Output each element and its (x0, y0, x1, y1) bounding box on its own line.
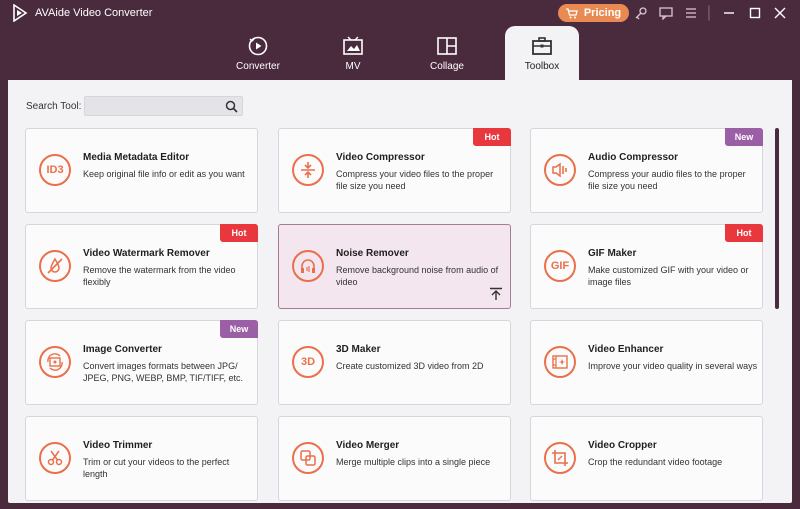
enhance-icon (544, 346, 576, 378)
tab-label: Toolbox (524, 61, 560, 72)
tool-title: Video Cropper (588, 440, 657, 451)
tool-description: Compress your video files to the proper … (336, 169, 494, 191)
separator: | (706, 4, 712, 21)
menu-icon[interactable] (683, 5, 699, 21)
tool-description: Improve your video quality in several wa… (588, 361, 758, 371)
tool-description: Make customized GIF with your video or i… (588, 265, 749, 287)
converter-icon (248, 36, 268, 56)
upload-icon[interactable] (489, 287, 503, 301)
tool-card-video-merger[interactable]: Video Merger Merge multiple clips into a… (278, 416, 511, 501)
3d-icon: 3D (292, 346, 324, 378)
key-icon[interactable] (633, 5, 649, 21)
merge-icon (292, 442, 324, 474)
image-convert-icon (39, 346, 71, 378)
minimize-icon[interactable] (721, 5, 737, 21)
maximize-icon[interactable] (747, 5, 763, 21)
tool-description: Merge multiple clips into a single piece (336, 457, 491, 467)
crop-icon (544, 442, 576, 474)
hot-badge: Hot (220, 224, 258, 242)
pricing-label: Pricing (583, 7, 622, 19)
tab-label: Converter (236, 61, 280, 72)
tool-card-noise-remover[interactable]: Noise Remover Remove background noise fr… (278, 224, 511, 309)
feedback-icon[interactable] (658, 5, 674, 21)
new-badge: New (220, 320, 258, 338)
tool-description: Keep original file info or edit as you w… (83, 169, 245, 179)
tool-title: Video Compressor (336, 152, 425, 163)
search-label: Search Tool: (26, 101, 82, 112)
compress-icon (292, 154, 324, 186)
tool-title: Audio Compressor (588, 152, 679, 163)
gif-icon: GIF (544, 250, 576, 282)
toolbox-panel: Search Tool: ID3 Media Metadata Editor K… (8, 80, 792, 503)
tool-description: Remove the watermark from the video flex… (83, 265, 236, 287)
tool-title: Video Merger (336, 440, 400, 451)
audio-compress-icon (544, 154, 576, 186)
tool-card-video-watermark-remover[interactable]: Video Watermark Remover Remove the water… (25, 224, 258, 309)
search-input[interactable] (84, 96, 243, 116)
tool-title: GIF Maker (588, 248, 637, 259)
title-bar: AVAide Video Converter Pricing | (0, 0, 800, 26)
toolbox-icon (532, 37, 552, 55)
hot-badge: Hot (473, 128, 511, 146)
cart-icon (565, 7, 578, 18)
tool-card-video-cropper[interactable]: Video Cropper Crop the redundant video f… (530, 416, 763, 501)
watermark-remove-icon (39, 250, 71, 282)
tool-card-video-trimmer[interactable]: Video Trimmer Trim or cut your videos to… (25, 416, 258, 501)
tool-card-video-enhancer[interactable]: Video Enhancer Improve your video qualit… (530, 320, 763, 405)
scissors-icon (39, 442, 71, 474)
tool-title: Image Converter (83, 344, 162, 355)
search-icon[interactable] (225, 100, 238, 113)
tab-label: MV (345, 61, 361, 72)
tool-description: Trim or cut your videos to the perfect l… (83, 457, 230, 479)
tool-card-gif-maker[interactable]: GIF GIF Maker Make customized GIF with y… (530, 224, 763, 309)
tool-description: Remove background noise from audio of vi… (336, 265, 499, 287)
tool-card-media-metadata-editor[interactable]: ID3 Media Metadata Editor Keep original … (25, 128, 258, 213)
tool-description: Convert images formats between JPG/ JPEG… (83, 361, 244, 383)
tool-title: Noise Remover (336, 248, 409, 259)
tab-collage[interactable]: Collage (410, 26, 484, 80)
tab-mv[interactable]: MV (316, 26, 390, 80)
id3-icon: ID3 (39, 154, 71, 186)
hot-badge: Hot (725, 224, 763, 242)
app-logo-icon (13, 4, 28, 22)
tool-description: Create customized 3D video from 2D (336, 361, 484, 371)
tool-card-audio-compressor[interactable]: Audio Compressor Compress your audio fil… (530, 128, 763, 213)
new-badge: New (725, 128, 763, 146)
tab-converter[interactable]: Converter (221, 26, 295, 80)
tool-title: 3D Maker (336, 344, 381, 355)
tool-title: Video Trimmer (83, 440, 153, 451)
collage-icon (437, 37, 457, 55)
tab-toolbox[interactable]: Toolbox (505, 26, 579, 82)
tool-title: Video Watermark Remover (83, 248, 210, 259)
tool-description: Crop the redundant video footage (588, 457, 723, 467)
tool-card-image-converter[interactable]: Image Converter Convert images formats b… (25, 320, 258, 405)
tab-label: Collage (430, 61, 464, 72)
headphones-icon (292, 250, 324, 282)
scrollbar[interactable] (775, 128, 779, 309)
mv-icon (343, 36, 363, 55)
tool-title: Video Enhancer (588, 344, 664, 355)
tool-card-video-compressor[interactable]: Video Compressor Compress your video fil… (278, 128, 511, 213)
app-title: AVAide Video Converter (35, 7, 153, 19)
tool-description: Compress your audio files to the proper … (588, 169, 746, 191)
close-icon[interactable] (772, 5, 788, 21)
pricing-button[interactable]: Pricing (558, 4, 629, 22)
tool-card-3d-maker[interactable]: 3D 3D Maker Create customized 3D video f… (278, 320, 511, 405)
tool-title: Media Metadata Editor (83, 152, 190, 163)
